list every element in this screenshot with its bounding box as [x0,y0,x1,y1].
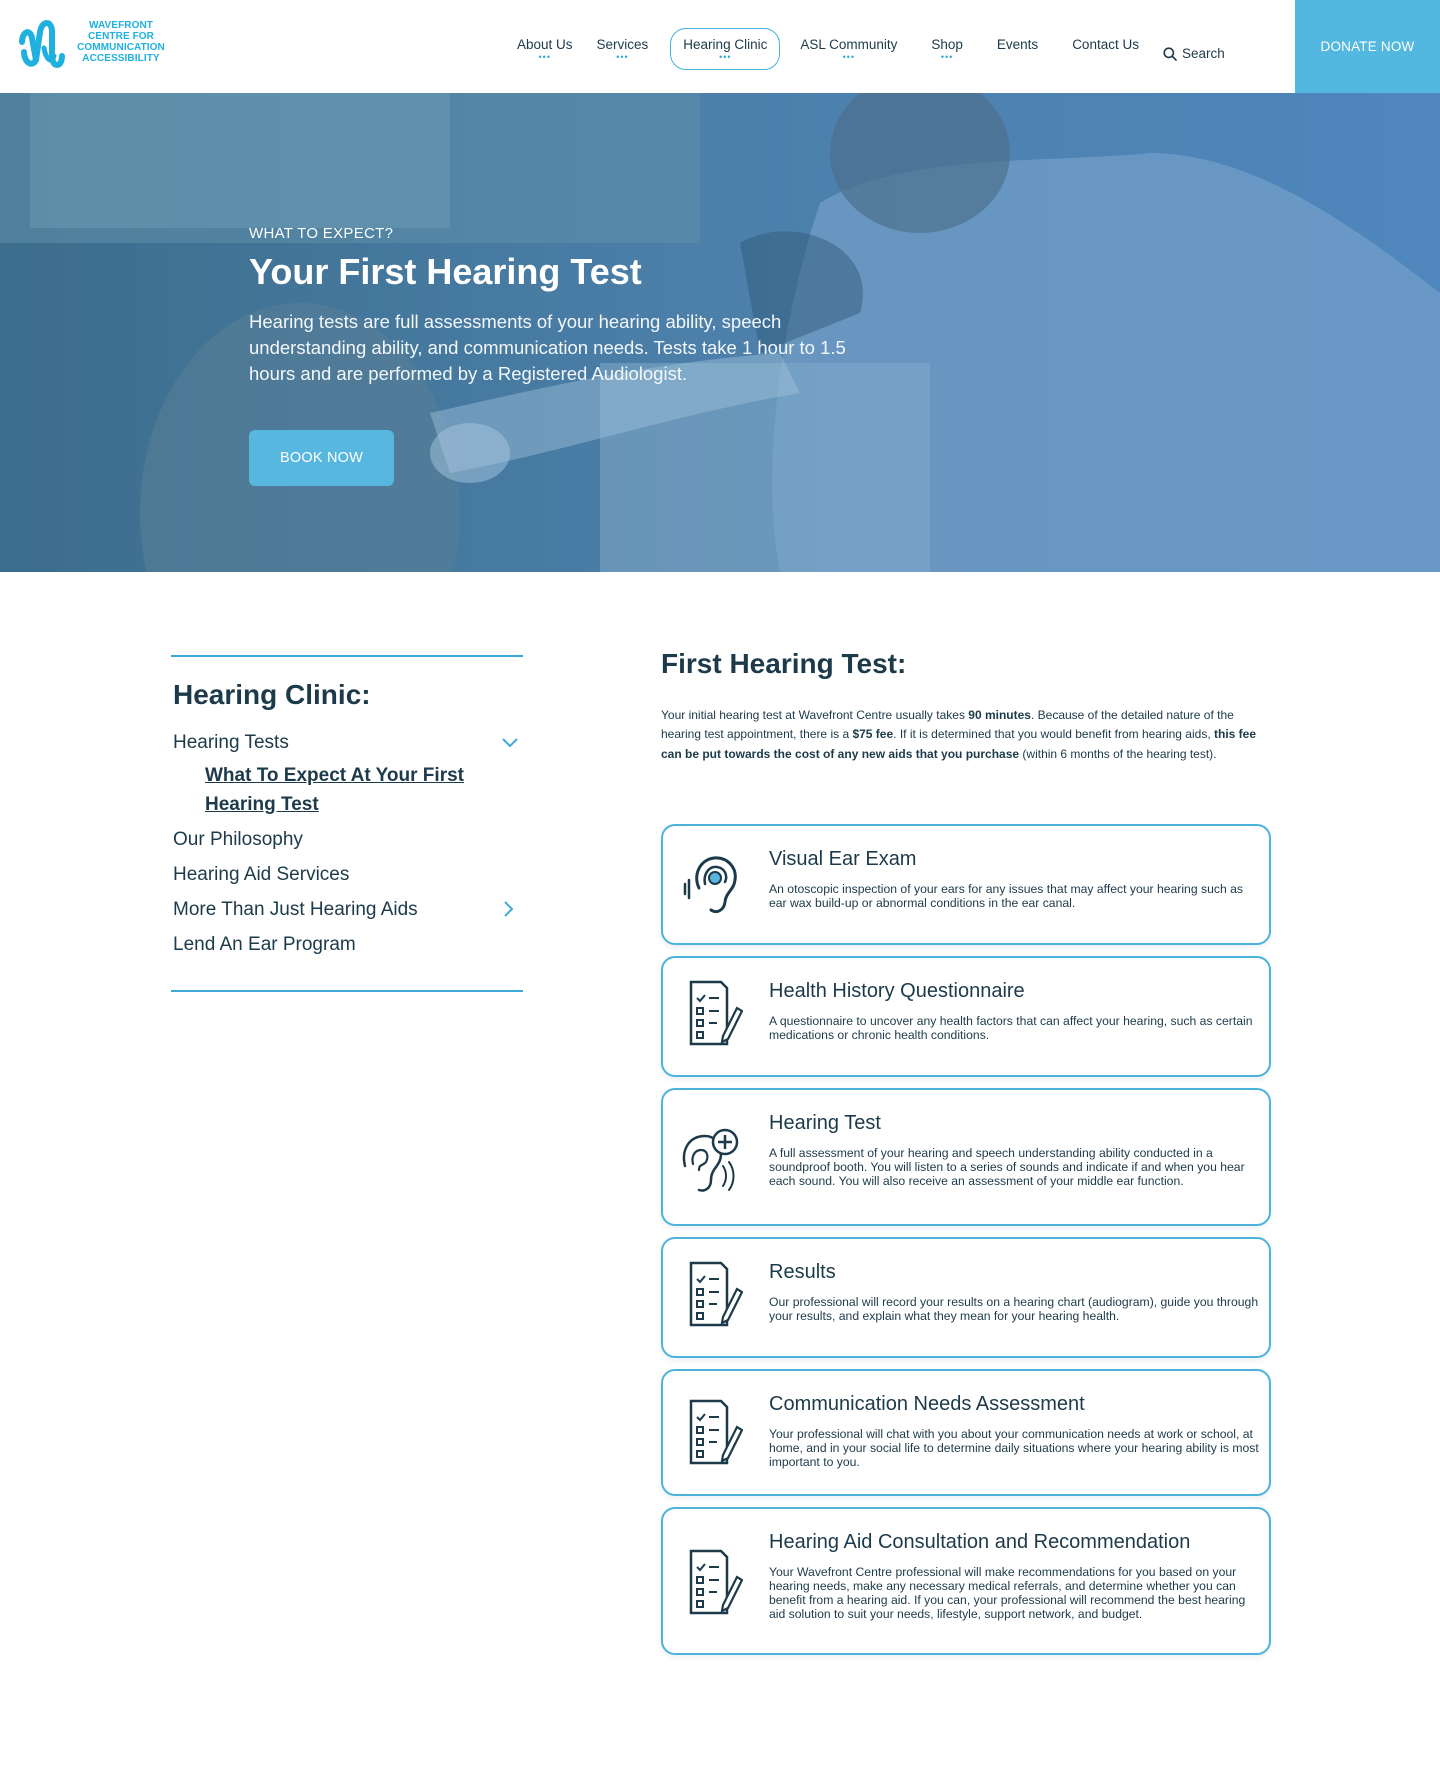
site-header: WAVEFRONT CENTRE FOR COMMUNICATION ACCES… [0,0,1440,93]
sidebar-item-more-than-hearing-aids[interactable]: More Than Just Hearing Aids [173,899,418,921]
step-card-communication-needs: Communication Needs Assessment Your prof… [661,1369,1271,1496]
ear-icon [683,856,737,914]
submenu-dots-icon: ••• [842,52,856,62]
main-nav: About Us ••• Services ••• Hearing Clinic… [505,0,1237,93]
card-text: An otoscopic inspection of your ears for… [769,882,1243,910]
card-title: Health History Questionnaire [769,980,1025,1002]
search-icon [1163,47,1177,61]
nav-events[interactable]: Events [985,28,1050,70]
step-card-hearing-test: Hearing Test A full assessment of your h… [661,1088,1271,1226]
card-title: Results [769,1261,836,1283]
sidebar-item-lend-an-ear[interactable]: Lend An Ear Program [173,934,356,956]
main-title: First Hearing Test: [661,648,907,679]
checklist-icon [689,1261,743,1327]
hero-banner: WHAT TO EXPECT? Your First Hearing Test … [0,93,1440,572]
card-title: Hearing Test [769,1112,881,1134]
nav-contact-us[interactable]: Contact Us [1060,28,1151,70]
submenu-dots-icon: ••• [940,52,954,62]
sidebar-title: Hearing Clinic: [173,679,371,710]
submenu-dots-icon: ••• [616,52,629,62]
nav-asl-community[interactable]: ASL Community ••• [788,28,909,70]
card-title: Hearing Aid Consultation and Recommendat… [769,1531,1191,1553]
submenu-dots-icon: ••• [719,51,732,62]
main-intro: Your initial hearing test at Wavefront C… [661,708,1257,761]
submenu-dots-icon: ••• [538,52,551,62]
card-text: Your Wavefront Centre professional will … [769,1565,1246,1621]
sidebar-item-what-to-expect[interactable]: What To Expect At Your First Hearing Tes… [205,761,485,819]
sidebar-item-hearing-aid-services[interactable]: Hearing Aid Services [173,864,349,886]
card-title: Communication Needs Assessment [769,1393,1085,1415]
card-title: Visual Ear Exam [769,848,917,870]
sidebar-item-our-philosophy[interactable]: Our Philosophy [173,829,303,851]
book-now-button[interactable]: BOOK NOW [249,430,394,486]
hearing-test-icon [682,1128,739,1192]
checklist-icon [689,1399,743,1465]
nav-hearing-clinic[interactable]: Hearing Clinic ••• [670,28,781,70]
checklist-icon [689,1549,743,1615]
wave-logo-icon [19,20,65,68]
logo-wordmark: WAVEFRONT CENTRE FOR COMMUNICATION ACCES… [77,20,165,64]
card-text: Your professional will chat with you abo… [769,1427,1259,1469]
chevron-down-icon[interactable] [501,737,519,749]
chevron-right-icon[interactable] [503,900,515,918]
site-logo[interactable]: WAVEFRONT CENTRE FOR COMMUNICATION ACCES… [18,12,178,74]
donate-button[interactable]: DONATE NOW [1295,0,1440,93]
hero-eyebrow: WHAT TO EXPECT? [249,225,394,242]
nav-shop[interactable]: Shop ••• [919,28,975,70]
step-card-visual-ear-exam: Visual Ear Exam An otoscopic inspection … [661,824,1271,945]
nav-services[interactable]: Services ••• [585,28,661,70]
sidebar-nav: Hearing Clinic: Hearing Tests What To Ex… [171,655,523,992]
nav-search[interactable]: Search [1151,28,1237,70]
step-card-hearing-aid-consultation: Hearing Aid Consultation and Recommendat… [661,1507,1271,1655]
step-card-health-history: Health History Questionnaire A questionn… [661,956,1271,1077]
card-text: A questionnaire to uncover any health fa… [769,1014,1253,1042]
sidebar-item-hearing-tests[interactable]: Hearing Tests [173,732,289,754]
card-text: A full assessment of your hearing and sp… [769,1146,1245,1188]
step-card-results: Results Our professional will record you… [661,1237,1271,1358]
hero-description: Hearing tests are full assessments of yo… [249,311,846,384]
checklist-icon [689,980,743,1046]
hero-title: Your First Hearing Test [249,251,642,292]
nav-about-us[interactable]: About Us ••• [505,28,585,70]
card-text: Our professional will record your result… [769,1295,1259,1323]
